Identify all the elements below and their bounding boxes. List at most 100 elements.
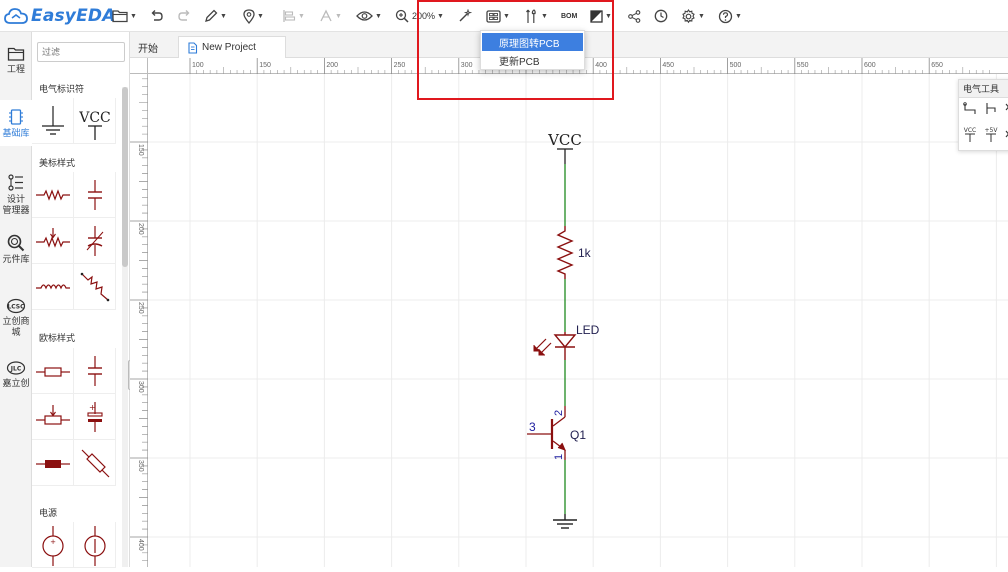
plus5v-tool-icon[interactable]: +5V xyxy=(985,127,999,142)
vcc-tool-label: VCC xyxy=(964,127,976,134)
menu-item-update-pcb[interactable]: 更新PCB xyxy=(482,51,583,69)
library-scrollbar-thumb[interactable] xyxy=(122,87,128,267)
library-filter-input[interactable] xyxy=(37,42,125,62)
cross-probe-button[interactable]: ▼ xyxy=(319,5,342,27)
history-button[interactable] xyxy=(654,5,668,27)
schematic-drawing: VCC 1k LED 3 2 1 Q1 xyxy=(527,131,600,529)
svg-text:LCSC: LCSC xyxy=(7,304,25,311)
file-menu-button[interactable]: ▼ xyxy=(112,5,137,27)
section-electrical-symbols: 电气标识符 xyxy=(39,84,85,94)
zoom-button[interactable]: 200% ▼ xyxy=(395,5,444,27)
place-button[interactable]: ▼ xyxy=(243,5,264,27)
lib-item-current-source[interactable] xyxy=(74,522,116,568)
electrical-tools-title: 电气工具 xyxy=(959,80,1008,98)
rail-item-design-manager[interactable]: 设计 管理器 xyxy=(0,174,32,224)
settings-button[interactable]: ▼ xyxy=(681,5,705,27)
variable-capacitor-icon xyxy=(86,226,104,256)
library-scrollbar[interactable] xyxy=(122,87,128,567)
rail-item-jlc[interactable]: JLC 嘉立创 xyxy=(0,360,32,400)
search-icon xyxy=(7,234,25,252)
rail-item-component-library[interactable]: 元件库 xyxy=(0,234,32,274)
magic-wand-button[interactable] xyxy=(458,5,472,27)
rail-item-project[interactable]: 工程 xyxy=(0,46,32,82)
convert-pcb-menu-button[interactable]: ▼ xyxy=(486,5,510,27)
zoom-in-icon xyxy=(395,9,409,23)
pin-base-label: 3 xyxy=(529,420,536,434)
settings-icon xyxy=(682,8,695,23)
lib-item-variable-capacitor[interactable] xyxy=(74,218,116,264)
lib-item-resistor-eu[interactable] xyxy=(32,348,74,394)
potentiometer-icon xyxy=(36,228,70,248)
lib-item-vcc[interactable]: VCC xyxy=(74,98,116,144)
ground-symbol-icon xyxy=(42,106,64,135)
rail-label: 立创商城 xyxy=(2,316,30,337)
ruler-top-label: 450 xyxy=(662,62,674,69)
help-button[interactable]: ▼ xyxy=(718,5,742,27)
lib-item-resistor-diagonal[interactable] xyxy=(74,264,116,310)
bom-button[interactable]: BOM xyxy=(561,5,577,27)
wire-tool-icon[interactable] xyxy=(963,102,976,114)
pin-emitter-label: 1 xyxy=(553,454,565,460)
ruler-top-label: 250 xyxy=(394,62,406,69)
lib-item-potentiometer-us[interactable] xyxy=(32,218,74,264)
lib-item-resistor-eu-diagonal[interactable] xyxy=(74,440,116,486)
lcsc-logo-icon: LCSC xyxy=(6,298,25,314)
section-eu-style: 欧标样式 xyxy=(39,333,76,343)
tab-start[interactable]: 开始 xyxy=(130,36,166,58)
lib-item-resistor-us[interactable] xyxy=(32,172,74,218)
menu-item-label: 原理图转PCB xyxy=(499,38,560,50)
lib-item-fuse[interactable] xyxy=(32,440,74,486)
chevron-down-icon: ▼ xyxy=(298,12,305,20)
view-button[interactable]: ▼ xyxy=(356,5,382,27)
resistor-1k[interactable]: 1k xyxy=(556,226,592,279)
current-source-icon xyxy=(84,526,106,566)
theme-button[interactable]: ▼ xyxy=(590,5,612,27)
tab-new-project[interactable]: New Project xyxy=(178,36,286,58)
electrical-tools-grid: VCC +5V xyxy=(963,102,1008,142)
align-icon xyxy=(283,10,296,22)
folder-icon xyxy=(7,47,25,61)
lib-item-capacitor-eu[interactable] xyxy=(74,348,116,394)
lib-item-voltage-source[interactable]: + xyxy=(32,522,74,568)
vcc-tool-icon[interactable]: VCC xyxy=(964,127,976,142)
rail-item-basic-library[interactable]: 基础库 xyxy=(0,100,32,146)
lib-item-ground[interactable] xyxy=(32,98,74,144)
chevron-down-icon: ▼ xyxy=(735,12,742,20)
draw-tools-button[interactable]: ▼ xyxy=(204,5,227,27)
vcc-symbol-icon: VCC xyxy=(78,110,111,140)
share-button[interactable] xyxy=(628,5,641,27)
lib-item-potentiometer-eu[interactable] xyxy=(32,394,74,440)
app-logo[interactable]: EasyEDA xyxy=(4,5,116,27)
undo-icon xyxy=(151,10,163,21)
redo-button[interactable] xyxy=(177,5,191,27)
jlc-logo-icon: JLC xyxy=(6,361,26,375)
ruler-top-label: 500 xyxy=(730,62,742,69)
chevron-down-icon: ▼ xyxy=(130,12,137,20)
rail-item-lcsc-mall[interactable]: LCSC 立创商城 xyxy=(0,298,32,338)
transistor-q1[interactable]: 3 2 1 Q1 xyxy=(527,406,586,460)
location-pin-icon xyxy=(243,8,255,24)
convert-pcb-icon xyxy=(486,9,501,23)
pencil-icon xyxy=(205,9,218,22)
tree-list-icon xyxy=(8,174,23,191)
lib-item-polarized-capacitor[interactable]: + xyxy=(74,394,116,440)
chevron-down-icon: ▼ xyxy=(698,12,705,20)
ruler-top-label: 600 xyxy=(864,62,876,69)
capacitor-icon xyxy=(88,356,102,386)
chevron-down-icon: ▼ xyxy=(335,12,342,20)
lib-item-capacitor-us[interactable] xyxy=(74,172,116,218)
chevron-down-icon: ▼ xyxy=(375,12,382,20)
menu-item-schematic-to-pcb[interactable]: 原理图转PCB xyxy=(482,33,583,51)
wand-icon xyxy=(459,9,472,22)
led-component[interactable]: LED xyxy=(533,323,600,360)
bus-entry-icon[interactable] xyxy=(986,103,996,114)
tools-menu-button[interactable]: ▼ xyxy=(525,5,548,27)
pin-collector-label: 2 xyxy=(553,410,565,416)
schematic-canvas[interactable]: VCC 1k LED 3 2 1 Q1 xyxy=(148,74,1008,567)
vcc-net-symbol[interactable]: VCC xyxy=(547,131,582,164)
lib-item-inductor[interactable] xyxy=(32,264,74,310)
ground-symbol[interactable] xyxy=(553,514,577,529)
undo-button[interactable] xyxy=(150,5,164,27)
led-label: LED xyxy=(576,323,600,337)
align-button[interactable]: ▼ xyxy=(282,5,305,27)
